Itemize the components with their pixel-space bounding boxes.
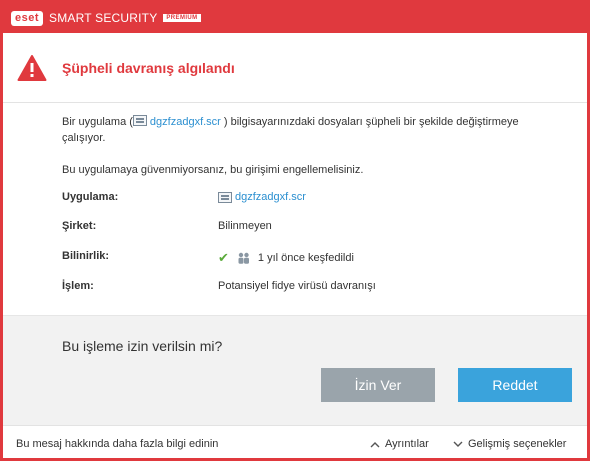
reputation-label: Bilinirlik: xyxy=(62,250,110,262)
alert-footer: Bu mesaj hakkında daha fazla bilgi edini… xyxy=(3,425,587,458)
detail-row-operation: İşlem: Potansiyel fidye virüsü davranışı xyxy=(62,280,562,298)
chevron-down-icon xyxy=(453,441,463,447)
detail-row-application: Uygulama: dgzfzadgxf.scr xyxy=(62,191,562,209)
alert-content: Bir uygulama (dgzfzadgxf.scr ) bilgisaya… xyxy=(3,103,587,315)
application-link[interactable]: dgzfzadgxf.scr xyxy=(235,191,306,203)
deny-button[interactable]: Reddet xyxy=(458,368,572,402)
advanced-options-label: Gelişmiş seçenekler xyxy=(468,438,567,450)
users-icon xyxy=(238,252,249,264)
application-label: Uygulama: xyxy=(62,191,119,203)
file-icon xyxy=(218,191,232,203)
operation-label: İşlem: xyxy=(62,280,94,292)
detail-row-company: Şirket: Bilinmeyen xyxy=(62,220,562,238)
file-icon xyxy=(132,115,147,126)
detail-row-reputation: Bilinirlik: ✔ 1 yıl önce keşfedildi xyxy=(62,250,562,268)
eset-logo: eset xyxy=(11,10,44,26)
edition-badge: PREMIUM xyxy=(163,14,201,22)
company-link[interactable]: Bilinmeyen xyxy=(218,220,272,232)
alert-title: Şüpheli davranış algılandı xyxy=(62,59,235,76)
action-panel: Bu işleme izin verilsin mi? İzin Ver Red… xyxy=(3,315,587,425)
company-label: Şirket: xyxy=(62,220,97,232)
permission-question: Bu işleme izin verilsin mi? xyxy=(62,338,223,354)
message-paragraph: Bir uygulama (dgzfzadgxf.scr ) bilgisaya… xyxy=(62,114,562,146)
reputation-text: 1 yıl önce keşfedildi xyxy=(257,252,354,264)
operation-value: Potansiyel fidye virüsü davranışı xyxy=(218,280,376,292)
application-value: dgzfzadgxf.scr xyxy=(218,191,306,203)
message-text-start: Bir uygulama ( xyxy=(62,116,133,128)
product-name: SMART SECURITY xyxy=(49,11,158,25)
chevron-up-icon xyxy=(370,441,380,447)
title-bar: eset SMART SECURITY PREMIUM xyxy=(3,3,587,33)
details-toggle-label: Ayrıntılar xyxy=(385,438,429,450)
alert-window: eset SMART SECURITY PREMIUM Şüpheli davr… xyxy=(3,3,587,458)
more-info-link[interactable]: Bu mesaj hakkında daha fazla bilgi edini… xyxy=(16,438,218,450)
reputation-value: ✔ 1 yıl önce keşfedildi xyxy=(218,250,354,266)
allow-button[interactable]: İzin Ver xyxy=(321,368,435,402)
message-file-link[interactable]: dgzfzadgxf.scr xyxy=(150,116,221,128)
check-icon: ✔ xyxy=(218,250,229,265)
recommendation-text: Bu uygulamaya güvenmiyorsanız, bu girişi… xyxy=(62,164,364,176)
details-toggle[interactable]: Ayrıntılar xyxy=(370,438,429,450)
advanced-options-toggle[interactable]: Gelişmiş seçenekler xyxy=(453,438,566,450)
alert-header: Şüpheli davranış algılandı xyxy=(3,33,587,103)
warning-triangle-icon xyxy=(17,54,47,81)
